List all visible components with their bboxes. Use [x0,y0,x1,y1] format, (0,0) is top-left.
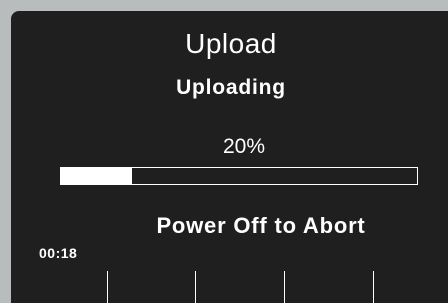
status-label: Uploading [176,76,286,99]
progress-bar-fill [61,168,133,184]
scale-divider [195,271,196,303]
progress-bar [60,167,418,185]
progress-percent: 20% [222,135,266,158]
device-bezel: Upload Uploading 20% Power Off to Abort … [0,0,448,303]
scale-divider [107,271,108,303]
scale-divider [373,271,374,303]
elapsed-timer: 00:18 [39,245,78,261]
screen-title: Upload [185,28,277,59]
abort-instruction: Power Off to Abort [156,213,366,238]
scale-divider [284,271,285,303]
display-screen: Upload Uploading 20% Power Off to Abort … [11,11,448,303]
